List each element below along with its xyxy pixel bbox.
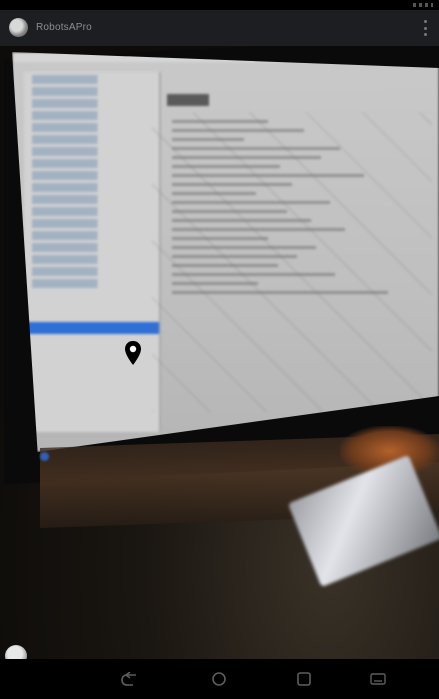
indicator-light (40, 452, 49, 461)
back-icon[interactable] (121, 672, 137, 686)
app-title: RobotsAPro (36, 22, 92, 33)
monitor-screen (12, 52, 439, 452)
code-area (172, 114, 412, 374)
editor-tab (167, 94, 209, 106)
avatar[interactable] (9, 18, 28, 37)
status-bar (0, 0, 439, 10)
keyboard-icon[interactable] (370, 672, 386, 686)
recent-apps-icon[interactable] (296, 672, 312, 686)
map-pin-icon[interactable] (124, 340, 142, 366)
app-bar: RobotsAPro (0, 10, 439, 46)
screen-sidebar (24, 72, 161, 432)
sidebar-highlight (24, 322, 159, 334)
status-icons (413, 3, 433, 7)
home-icon[interactable] (211, 672, 227, 686)
camera-view (0, 46, 439, 659)
navigation-bar (0, 659, 439, 699)
more-vertical-icon[interactable] (423, 20, 427, 36)
